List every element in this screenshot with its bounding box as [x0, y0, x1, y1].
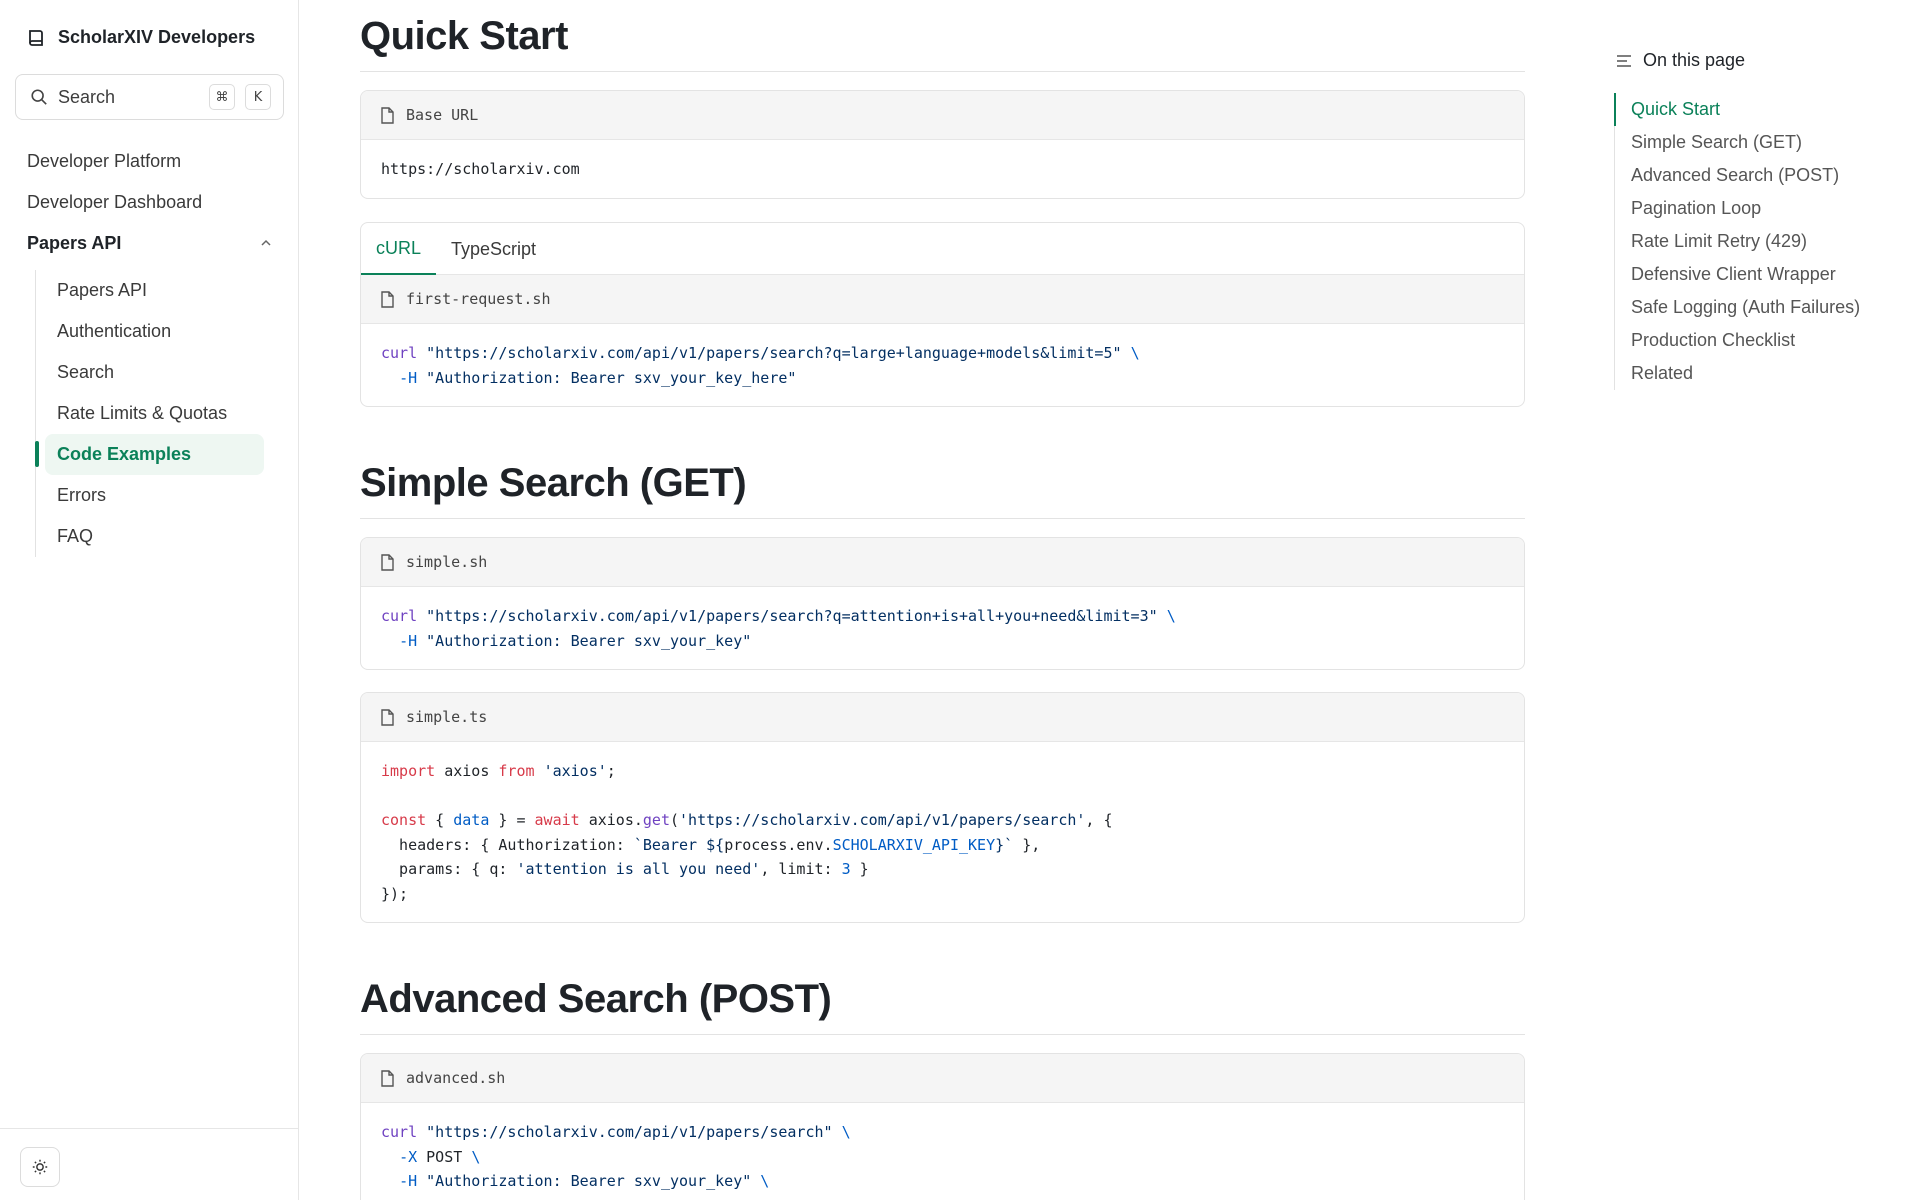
block-header: simple.ts: [361, 693, 1524, 742]
toc-item-advanced-search[interactable]: Advanced Search (POST): [1615, 159, 1894, 192]
toc-title: On this page: [1643, 50, 1746, 70]
sidebar-item-faq[interactable]: FAQ: [36, 516, 265, 557]
file-icon: [381, 1069, 394, 1087]
toc-item-safe-logging[interactable]: Safe Logging (Auth Failures): [1615, 291, 1894, 324]
sidebar-group-papers-api[interactable]: Papers API: [27, 230, 277, 271]
sidebar-item-papers-api[interactable]: Papers API: [36, 270, 265, 311]
sidebar-footer: [0, 1128, 299, 1200]
sidebar-item-code-examples[interactable]: Code Examples: [35, 434, 264, 475]
toc-item-rate-limit-retry[interactable]: Rate Limit Retry (429): [1615, 225, 1894, 258]
heading-quick-start: Quick Start: [360, 14, 1525, 72]
file-icon: [381, 708, 394, 726]
theme-toggle-button[interactable]: [20, 1147, 60, 1187]
toc-item-pagination-loop[interactable]: Pagination Loop: [1615, 192, 1894, 225]
sidebar-item-authentication[interactable]: Authentication: [36, 311, 265, 352]
toc-list: Quick Start Simple Search (GET) Advanced…: [1614, 93, 1894, 390]
search-input[interactable]: Search ⌘ K: [15, 74, 284, 120]
toc-item-production-checklist[interactable]: Production Checklist: [1615, 324, 1894, 357]
code-block-simple-ts: simple.ts import axios from 'axios'; con…: [360, 692, 1525, 923]
file-icon: [381, 553, 394, 571]
toc-item-related[interactable]: Related: [1615, 357, 1894, 390]
code-block-advanced-sh: advanced.sh curl "https://scholarxiv.com…: [360, 1053, 1525, 1200]
file-name: simple.ts: [406, 708, 488, 726]
toc-header: On this page: [1616, 50, 1894, 71]
block-header: Base URL: [361, 91, 1524, 140]
list-icon: [1617, 54, 1631, 67]
table-of-contents: On this page Quick Start Simple Search (…: [1614, 50, 1894, 390]
sidebar-item-rate-limits[interactable]: Rate Limits & Quotas: [36, 393, 265, 434]
sidebar: ScholarXIV Developers Search ⌘ K Develop…: [0, 0, 299, 1200]
sidebar-item-search[interactable]: Search: [36, 352, 265, 393]
code-simple-sh: curl "https://scholarxiv.com/api/v1/pape…: [381, 607, 1176, 650]
block-header: advanced.sh: [361, 1054, 1524, 1103]
file-name: first-request.sh: [406, 290, 551, 308]
brand[interactable]: ScholarXIV Developers: [26, 27, 255, 48]
code-simple-ts: import axios from 'axios'; const { data …: [381, 762, 1113, 903]
code-block-simple-sh: simple.sh curl "https://scholarxiv.com/a…: [360, 537, 1525, 670]
file-icon: [381, 106, 394, 124]
toc-item-defensive-client[interactable]: Defensive Client Wrapper: [1615, 258, 1894, 291]
toc-item-simple-search[interactable]: Simple Search (GET): [1615, 126, 1894, 159]
heading-simple-search: Simple Search (GET): [360, 461, 1525, 519]
search-icon: [31, 89, 47, 105]
sidebar-group-label: Papers API: [27, 233, 122, 253]
block-label: Base URL: [406, 106, 479, 124]
book-icon: [29, 29, 43, 46]
shortcut-mod-key: ⌘: [209, 84, 235, 110]
block-header: first-request.sh: [361, 275, 1524, 324]
quick-start-code-tabs: cURL TypeScript first-request.sh curl "h…: [360, 222, 1525, 407]
search-placeholder: Search: [58, 86, 116, 107]
tab-curl[interactable]: cURL: [361, 223, 437, 275]
sun-icon: [32, 1159, 48, 1175]
block-header: simple.sh: [361, 538, 1524, 587]
sidebar-item-developer-platform[interactable]: Developer Platform: [27, 148, 277, 189]
brand-name: ScholarXIV Developers: [58, 27, 256, 47]
sidebar-item-developer-dashboard[interactable]: Developer Dashboard: [27, 189, 277, 230]
file-name: simple.sh: [406, 553, 488, 571]
tab-typescript[interactable]: TypeScript: [436, 223, 551, 275]
sidebar-nav: Developer Platform Developer Dashboard P…: [27, 148, 277, 271]
code-advanced-sh: curl "https://scholarxiv.com/api/v1/pape…: [381, 1123, 851, 1190]
shortcut-k-key: K: [245, 84, 271, 110]
file-icon: [381, 290, 394, 308]
chevron-up-icon[interactable]: [259, 236, 273, 250]
tab-bar: cURL TypeScript: [361, 223, 1524, 275]
base-url-block: Base URL https://scholarxiv.com: [360, 90, 1525, 199]
heading-advanced-search: Advanced Search (POST): [360, 977, 1525, 1035]
sidebar-item-errors[interactable]: Errors: [36, 475, 265, 516]
toc-item-quick-start[interactable]: Quick Start: [1614, 93, 1894, 126]
sidebar-subnav: Papers API Authentication Search Rate Li…: [35, 270, 265, 557]
base-url-value: https://scholarxiv.com: [381, 160, 580, 178]
code-first-request: curl "https://scholarxiv.com/api/v1/pape…: [381, 344, 1140, 387]
file-name: advanced.sh: [406, 1069, 506, 1087]
